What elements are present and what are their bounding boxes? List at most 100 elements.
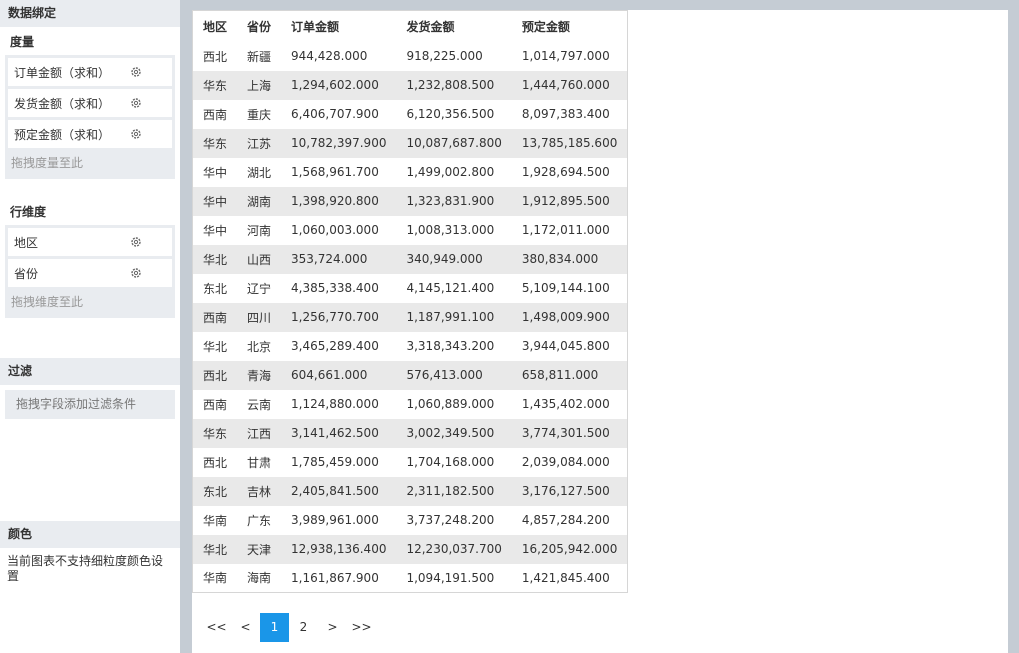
cell-region: 华中	[192, 186, 238, 216]
cell-province: 青海	[237, 360, 282, 390]
table-row: 华北 北京 3,465,289.400 3,318,343.200 3,944,045.…	[193, 332, 628, 361]
table-row: 华东 江苏 10,782,397.900 10,087,687.800 13,785,1…	[192, 128, 628, 158]
cell-province: 广东	[247, 513, 272, 528]
cell-shipped-amount: 1,323,831.900	[396, 186, 512, 216]
table-row: 西南 重庆 6,406,707.900 6,120,356.500 8,097,383.…	[193, 100, 628, 129]
color-title: 颜色	[0, 521, 180, 548]
table-row: 华东 江西 3,141,462.500 3,002,349.500 3,774,301.…	[192, 418, 628, 448]
cell-order-amount: 353,724.000	[281, 244, 397, 274]
gear-icon[interactable]	[130, 97, 142, 109]
cell-region: 西南	[203, 107, 228, 122]
row-dims-label: 行维度	[10, 205, 47, 219]
page-1-button[interactable]: 1	[260, 613, 289, 642]
cell-province: 上海	[237, 70, 282, 100]
cell-shipped-amount: 6,120,356.500	[406, 107, 495, 121]
dim-field-region[interactable]: 地区	[8, 228, 172, 256]
measure-field-label: 订单金额（求和）	[14, 65, 111, 80]
cell-province: 甘肃	[247, 455, 272, 470]
cell-shipped-amount: 2,311,182.500	[396, 476, 512, 506]
cell-region: 华北	[203, 339, 228, 354]
prev-page-button[interactable]: <	[231, 613, 260, 642]
cell-reserved-amount: 8,097,383.400	[521, 107, 610, 121]
pagination: << < 1 2 > >>	[202, 613, 376, 642]
cell-region: 华南	[203, 571, 228, 586]
cell-order-amount: 1,294,602.000	[281, 70, 397, 100]
data-binding-panel: 数据绑定 度量 订单金额（求和） 发货金额（求和） 预定金额（求和） 拖拽度量至…	[0, 0, 180, 653]
measure-field-label: 发货金额（求和）	[14, 96, 111, 111]
gear-icon[interactable]	[130, 128, 142, 140]
report-canvas: 地区 省份 订单金额 发货金额 预定金额 西北 新疆 944,428.000 918,…	[180, 0, 1019, 653]
cell-region: 华中	[203, 223, 228, 238]
cell-shipped-amount: 918,225.000	[406, 49, 483, 63]
cell-order-amount: 1,398,920.800	[281, 186, 397, 216]
cell-province: 吉林	[237, 476, 282, 506]
cell-region: 华东	[192, 70, 238, 100]
cell-province: 辽宁	[247, 281, 272, 296]
table-row: 西北 青海 604,661.000 576,413.000 658,811.000	[192, 360, 628, 390]
measures-drop-zone[interactable]: 订单金额（求和） 发货金额（求和） 预定金额（求和） 拖拽度量至此	[5, 55, 175, 179]
cell-region: 华南	[203, 513, 228, 528]
cell-province: 新疆	[247, 49, 272, 64]
column-header-province[interactable]: 省份	[237, 10, 282, 42]
gear-icon[interactable]	[130, 236, 142, 248]
column-header-region[interactable]: 地区	[192, 10, 238, 42]
cell-shipped-amount: 3,318,343.200	[406, 339, 495, 353]
cell-region: 西北	[203, 455, 228, 470]
data-binding-title: 数据绑定	[0, 0, 180, 27]
page-2-button[interactable]: 2	[289, 613, 318, 642]
dim-field-province[interactable]: 省份	[8, 259, 172, 287]
cell-region: 华东	[192, 418, 238, 448]
cell-shipped-amount: 12,230,037.700	[396, 534, 512, 564]
table-row: 华南 海南 1,161,867.900 1,094,191.500 1,421,845.…	[193, 564, 628, 593]
cell-order-amount: 1,161,867.900	[291, 570, 379, 585]
cell-region: 华北	[192, 534, 238, 564]
cell-reserved-amount: 4,857,284.200	[521, 513, 610, 527]
measures-drop-hint: 拖拽度量至此	[11, 156, 84, 170]
cell-order-amount: 604,661.000	[281, 360, 397, 390]
color-note: 当前图表不支持细粒度颜色设置	[7, 554, 164, 583]
cell-order-amount: 6,406,707.900	[291, 107, 379, 121]
cell-region: 东北	[203, 281, 228, 296]
cell-province: 北京	[247, 339, 272, 354]
gear-icon[interactable]	[130, 267, 142, 279]
measure-field-label: 预定金额（求和）	[14, 127, 111, 142]
cell-order-amount: 1,060,003.000	[291, 223, 379, 237]
cell-reserved-amount: 1,421,845.400	[521, 570, 610, 585]
cell-shipped-amount: 340,949.000	[396, 244, 512, 274]
measure-field-shipped-amount[interactable]: 发货金额（求和）	[8, 89, 172, 117]
table-row: 华中 湖北 1,568,961.700 1,499,002.800 1,928,694.…	[193, 158, 628, 187]
cell-shipped-amount: 4,145,121.400	[406, 281, 495, 295]
table-body: 西北 新疆 944,428.000 918,225.000 1,014,797.000 华…	[192, 42, 628, 593]
cell-province: 云南	[247, 397, 272, 412]
table-row: 西南 四川 1,256,770.700 1,187,991.100 1,498,009.…	[192, 302, 628, 332]
cell-reserved-amount: 658,811.000	[511, 360, 628, 390]
table-row: 西北 新疆 944,428.000 918,225.000 1,014,797.000	[193, 42, 628, 71]
last-page-button[interactable]: >>	[347, 613, 376, 642]
row-dims-drop-zone[interactable]: 地区 省份 拖拽维度至此	[5, 225, 175, 318]
cell-shipped-amount: 1,094,191.500	[406, 570, 495, 585]
cell-reserved-amount: 1,498,009.900	[511, 302, 628, 332]
column-header-order-amount[interactable]: 订单金额	[281, 10, 397, 42]
cell-province: 河南	[247, 223, 272, 238]
next-page-button[interactable]: >	[318, 613, 347, 642]
measure-field-order-amount[interactable]: 订单金额（求和）	[8, 58, 172, 86]
cell-shipped-amount: 1,060,889.000	[406, 397, 495, 411]
cell-region: 东北	[192, 476, 238, 506]
cell-province: 四川	[237, 302, 282, 332]
gear-icon[interactable]	[130, 66, 142, 78]
column-header-shipped-amount[interactable]: 发货金额	[396, 10, 512, 42]
dim-field-label: 省份	[14, 266, 39, 281]
cell-province: 湖北	[247, 165, 272, 180]
cell-shipped-amount: 10,087,687.800	[396, 128, 512, 158]
measure-field-reserved-amount[interactable]: 预定金额（求和）	[8, 120, 172, 148]
cell-region: 华北	[192, 244, 238, 274]
table-row: 东北 辽宁 4,385,338.400 4,145,121.400 5,109,144.…	[193, 274, 628, 303]
first-page-button[interactable]: <<	[202, 613, 231, 642]
filter-drop-zone[interactable]: 拖拽字段添加过滤条件	[5, 390, 175, 419]
table-row: 华中 湖南 1,398,920.800 1,323,831.900 1,912,895.…	[192, 186, 628, 216]
cell-shipped-amount: 1,704,168.000	[406, 455, 495, 469]
cell-region: 西南	[203, 397, 228, 412]
row-dims-drop-hint: 拖拽维度至此	[11, 295, 84, 309]
column-header-reserved-amount[interactable]: 预定金额	[511, 10, 628, 42]
cell-order-amount: 944,428.000	[291, 49, 368, 63]
